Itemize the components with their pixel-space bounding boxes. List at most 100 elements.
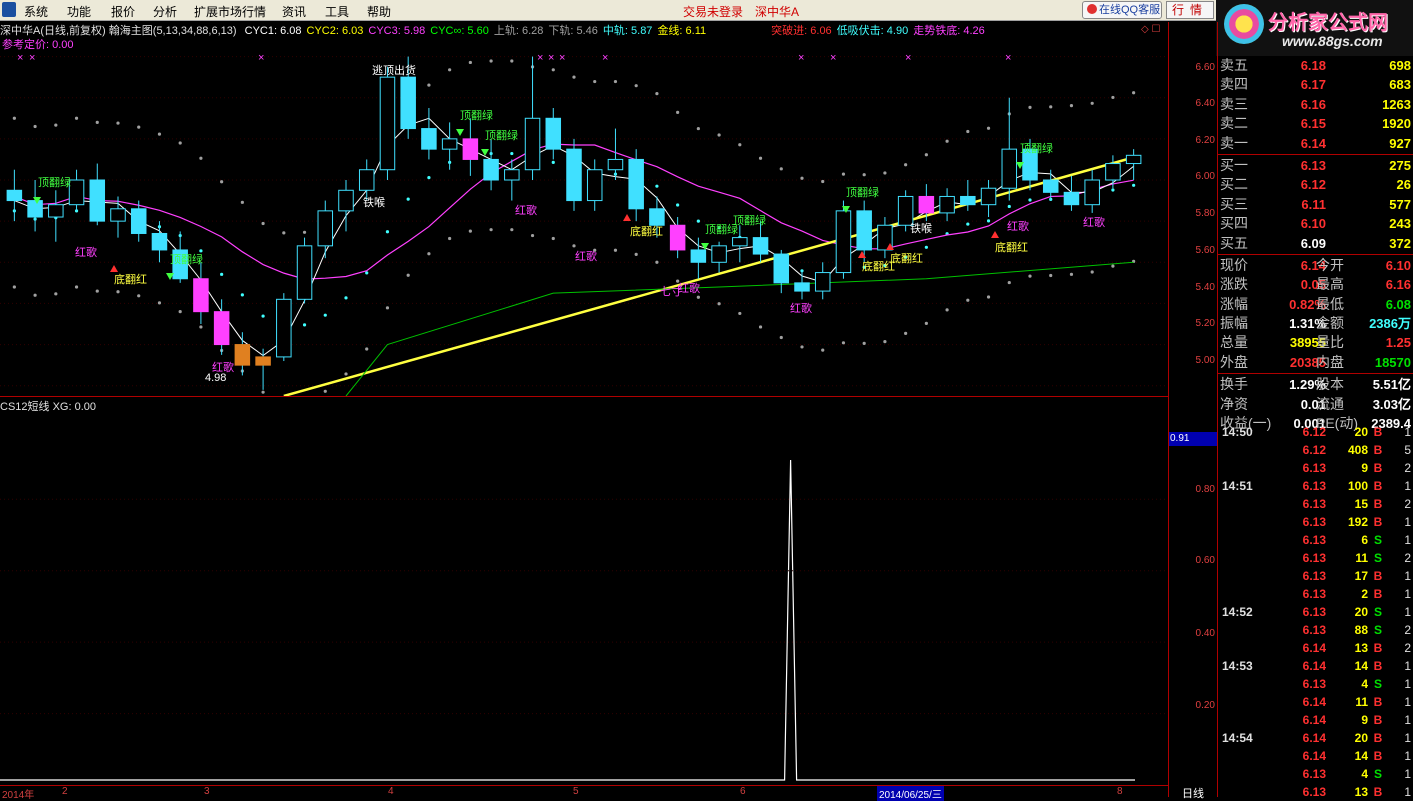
stat-value: 1.25: [1385, 335, 1411, 351]
login-status[interactable]: 交易未登录: [683, 3, 743, 20]
qq-support-button[interactable]: 在线QQ客服: [1082, 1, 1162, 19]
bid-row[interactable]: 买三 6.11 577: [1218, 195, 1413, 214]
lower-band-dot: [717, 302, 721, 306]
trade-price: 6.12: [1302, 425, 1326, 439]
trade-row[interactable]: 6.12 408 B 5: [1218, 441, 1413, 459]
trade-row[interactable]: 6.13 4 S 1: [1218, 675, 1413, 693]
stat-label: 振幅: [1220, 315, 1248, 332]
trade-side: S: [1373, 551, 1382, 565]
menu-item-quote[interactable]: 报价: [111, 3, 135, 20]
trade-side: B: [1373, 425, 1383, 439]
stat-label: 外盘: [1220, 353, 1248, 370]
ask-row[interactable]: 卖四 6.17 683: [1218, 75, 1413, 94]
quote-price: 6.09: [1300, 235, 1326, 251]
mark-escape: 逃顶出货: [372, 63, 416, 77]
trade-row[interactable]: 6.14 14 B 1: [1218, 747, 1413, 765]
trade-row[interactable]: 6.13 4 S 1: [1218, 765, 1413, 783]
quote-label: 买五: [1220, 234, 1248, 251]
ask-row[interactable]: 卖五 6.18 698: [1218, 56, 1413, 75]
ask-row[interactable]: 卖一 6.14 927: [1218, 134, 1413, 153]
lower-band-dot: [1007, 280, 1011, 285]
period-label[interactable]: 日线: [1169, 785, 1217, 800]
cs12-indicator-chart[interactable]: [0, 410, 1168, 785]
lower-band-dot: [1028, 274, 1032, 278]
menu-item-ext-market[interactable]: 扩展市场行情: [194, 3, 266, 20]
mark-top-green: 顶翻绿: [460, 108, 493, 122]
lower-band-dot: [551, 236, 555, 241]
upper-band-dot: [758, 156, 763, 160]
trade-row[interactable]: 6.13 6 S 1: [1218, 531, 1413, 549]
lower-band-dot: [800, 345, 804, 349]
trade-side: B: [1373, 587, 1383, 601]
bid-row[interactable]: 买四 6.10 243: [1218, 214, 1413, 233]
candle-body: [504, 169, 520, 181]
trade-price: 6.13: [1302, 587, 1326, 601]
quote-price: 6.12: [1300, 177, 1326, 193]
mid-band-dot: [220, 272, 224, 276]
bid-row[interactable]: 买二 6.12 26: [1218, 175, 1413, 194]
upper-band-dot: [676, 110, 680, 115]
trade-row[interactable]: 14:50 6.12 20 B 1: [1218, 423, 1413, 441]
lower-band-dot: [74, 285, 79, 289]
quote-price: 6.11: [1301, 196, 1326, 212]
trade-row[interactable]: 6.13 11 S 2: [1218, 549, 1413, 567]
ask-row[interactable]: 卖三 6.16 1263: [1218, 95, 1413, 114]
lower-band-dot: [655, 260, 659, 264]
trade-row[interactable]: 6.14 9 B 1: [1218, 711, 1413, 729]
candle-body: [1084, 179, 1100, 206]
menu-item-tools[interactable]: 工具: [325, 3, 349, 20]
menu-item-system[interactable]: 系统: [24, 3, 48, 20]
y-tick: 6.60: [1195, 62, 1215, 73]
trade-row[interactable]: 14:51 6.13 100 B 1: [1218, 477, 1413, 495]
mark-top-green: 顶翻绿: [846, 185, 879, 199]
trade-row[interactable]: 6.13 17 B 1: [1218, 567, 1413, 585]
bid-row[interactable]: 买五 6.09 372: [1218, 234, 1413, 253]
menu-item-news[interactable]: 资讯: [282, 3, 306, 20]
trade-row[interactable]: 6.13 9 B 2: [1218, 459, 1413, 477]
menu-item-help[interactable]: 帮助: [367, 3, 391, 20]
upper-band-dot: [261, 221, 265, 226]
panel-control-icons[interactable]: ◇ ☐: [1141, 24, 1160, 35]
trade-row[interactable]: 6.13 13 B 1: [1218, 783, 1413, 801]
upper-band-dot: [95, 120, 99, 124]
menu-item-analysis[interactable]: 分析: [153, 3, 177, 20]
trade-row[interactable]: 6.13 15 B 2: [1218, 495, 1413, 513]
candle-body: [130, 208, 147, 234]
trade-row[interactable]: 14:52 6.13 20 S 1: [1218, 603, 1413, 621]
stat-row: 净资 0.01 流通 3.03亿: [1218, 395, 1413, 414]
upper-band-dot: [841, 172, 846, 176]
trade-price: 6.14: [1302, 713, 1326, 727]
candle-body: [483, 158, 499, 181]
main-price-chart[interactable]: 顶翻绿顶翻绿顶翻绿顶翻绿顶翻绿顶翻绿顶翻绿顶翻绿底翻红底翻红底翻红底翻红底翻红红…: [0, 36, 1168, 396]
mark-tie-hou: 铁喉: [363, 196, 385, 209]
trade-count: 1: [1404, 767, 1411, 781]
cross-mark: ×: [17, 52, 23, 64]
menu-item-function[interactable]: 功能: [67, 3, 91, 20]
candle-body: [1001, 148, 1018, 189]
bid-row[interactable]: 买一 6.13 275: [1218, 156, 1413, 175]
upper-band-dot: [883, 171, 887, 175]
trade-count: 2: [1404, 641, 1411, 655]
trade-row[interactable]: 14:54 6.14 20 B 1: [1218, 729, 1413, 747]
trade-row[interactable]: 6.14 13 B 2: [1218, 639, 1413, 657]
quote-volume: 1263: [1382, 96, 1411, 112]
trade-row[interactable]: 6.13 88 S 2: [1218, 621, 1413, 639]
trade-volume: 20: [1354, 605, 1368, 619]
mid-band-dot: [1132, 183, 1136, 187]
trade-volume: 14: [1354, 749, 1368, 763]
trade-row[interactable]: 14:53 6.14 14 B 1: [1218, 657, 1413, 675]
trade-row[interactable]: 6.13 2 B 1: [1218, 585, 1413, 603]
tick-trades-list[interactable]: 14:50 6.12 20 B 1 6.12 408 B 5 6.13 9 B 2 14:51 6.13 10…: [1218, 423, 1413, 801]
mid-band-dot: [323, 313, 327, 317]
trade-row[interactable]: 6.14 11 B 1: [1218, 693, 1413, 711]
stat-row: 涨跌 0.05 最高 6.16: [1218, 275, 1413, 294]
price-axis: 6.60 6.40 6.20 6.00 5.80 5.60 5.40 5.20 5.00: [1169, 36, 1217, 396]
ask-row[interactable]: 卖二 6.15 1920: [1218, 114, 1413, 133]
upper-band-dot: [1028, 105, 1032, 110]
stat-label: 换手: [1220, 376, 1248, 393]
upper-band-dot: [220, 180, 224, 184]
quote-tab-button[interactable]: 行情: [1166, 1, 1214, 19]
upper-band-dot: [427, 83, 431, 87]
quote-volume: 275: [1389, 157, 1411, 173]
trade-row[interactable]: 6.13 192 B 1: [1218, 513, 1413, 531]
